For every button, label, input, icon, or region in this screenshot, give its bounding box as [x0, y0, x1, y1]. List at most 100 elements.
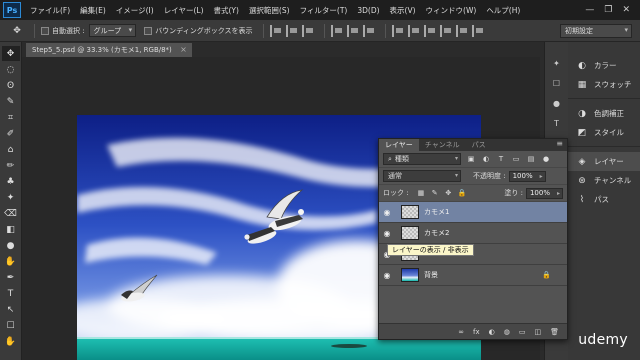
distribute-left-icon[interactable]: [439, 24, 452, 37]
menu-image[interactable]: イメージ(I): [111, 5, 159, 16]
distribute-right-icon[interactable]: [471, 24, 484, 37]
quick-select-tool[interactable]: ✎: [2, 94, 20, 109]
distribute-center-icon[interactable]: [455, 24, 468, 37]
minimize-icon[interactable]: —: [585, 5, 594, 15]
properties-panel-icon[interactable]: ☐: [549, 76, 565, 90]
lock-pixels-icon[interactable]: ✎: [430, 188, 439, 198]
healing-tool[interactable]: ⌂: [2, 142, 20, 157]
eye-icon[interactable]: ◉: [379, 229, 395, 238]
distribute-middle-icon[interactable]: [407, 24, 420, 37]
lock-position-icon[interactable]: ✥: [444, 188, 453, 198]
layer-row[interactable]: ◉ カモメ1: [379, 202, 567, 223]
tab-channels[interactable]: チャンネル: [419, 139, 466, 151]
menu-select[interactable]: 選択範囲(S): [244, 5, 295, 16]
history-brush-tool[interactable]: ✦: [2, 190, 20, 205]
align-top-icon[interactable]: [330, 24, 343, 37]
brush-tool[interactable]: ✏: [2, 158, 20, 173]
align-center-icon[interactable]: [285, 24, 298, 37]
dock-paths[interactable]: ⌇ パス: [568, 190, 640, 209]
marquee-tool[interactable]: ◌: [2, 62, 20, 77]
channels-icon: ⊛: [578, 175, 586, 186]
options-bar: ✥ 自動選択 : グループ バウンディングボックスを表示 初期設定: [0, 20, 640, 42]
close-document-icon[interactable]: ×: [180, 45, 187, 54]
new-layer-icon[interactable]: ◫: [534, 328, 541, 336]
close-icon[interactable]: ✕: [622, 5, 630, 15]
menu-layer[interactable]: レイヤー(L): [159, 5, 209, 16]
align-left-icon[interactable]: [269, 24, 282, 37]
layer-row[interactable]: ◉ カモメ2: [379, 223, 567, 244]
menu-3d[interactable]: 3D(D): [352, 6, 384, 15]
dock-layers[interactable]: ◈ レイヤー: [568, 152, 640, 171]
trash-icon[interactable]: 🗑: [550, 328, 559, 336]
dock-swatches[interactable]: ▦ スウォッチ: [568, 75, 640, 94]
align-right-icon[interactable]: [301, 24, 314, 37]
move-tool[interactable]: ✥: [1, 46, 20, 61]
fx-icon[interactable]: fx: [473, 328, 480, 336]
filter-kind-dropdown[interactable]: ⌕ 種類: [383, 153, 461, 165]
shape-tool[interactable]: ☐: [2, 318, 20, 333]
menu-edit[interactable]: 編集(E): [75, 5, 111, 16]
layers-icon: ◈: [578, 156, 586, 167]
fill-input[interactable]: 100%: [525, 187, 563, 199]
restore-icon[interactable]: ❐: [604, 5, 612, 15]
dock-channels[interactable]: ⊛ チャンネル: [568, 171, 640, 190]
path-select-tool[interactable]: ↖: [2, 302, 20, 317]
dock-styles[interactable]: ◩ スタイル: [568, 123, 640, 142]
workspace-dropdown[interactable]: 初期設定: [560, 24, 632, 38]
bounding-box-checkbox[interactable]: [144, 26, 153, 35]
eye-icon[interactable]: ◉: [379, 271, 395, 280]
filter-toggle-icon[interactable]: ●: [541, 154, 551, 164]
blur-tool[interactable]: ●: [2, 238, 20, 253]
opacity-input[interactable]: 100%: [508, 170, 546, 182]
align-bottom-icon[interactable]: [362, 24, 375, 37]
filter-smart-object-icon[interactable]: ▤: [526, 154, 536, 164]
menu-help[interactable]: ヘルプ(H): [481, 5, 525, 16]
lock-transparent-icon[interactable]: ▦: [417, 188, 426, 198]
distribute-bottom-icon[interactable]: [423, 24, 436, 37]
menu-view[interactable]: 表示(V): [385, 5, 421, 16]
clone-stamp-tool[interactable]: ♣: [2, 174, 20, 189]
pen-tool[interactable]: ✒: [2, 270, 20, 285]
document-tab[interactable]: Step5_5.psd @ 33.3% (カモメ1, RGB/8*) ×: [26, 43, 192, 57]
layers-panel-tabs: レイヤー チャンネル パス ≡: [379, 139, 567, 151]
filter-pixel-icon[interactable]: ▣: [466, 154, 476, 164]
align-middle-icon[interactable]: [346, 24, 359, 37]
layer-row[interactable]: ◉ 背景 🔒: [379, 265, 567, 286]
link-layers-icon[interactable]: ∞: [458, 328, 464, 336]
filter-type-icon[interactable]: T: [496, 154, 506, 164]
history-panel-icon[interactable]: ✦: [549, 56, 565, 70]
styles-icon: ◩: [577, 127, 587, 138]
eraser-tool[interactable]: ⌫: [2, 206, 20, 221]
gradient-tool[interactable]: ◧: [2, 222, 20, 237]
adjustment-layer-icon[interactable]: ◍: [504, 328, 510, 336]
auto-select-dropdown[interactable]: グループ: [88, 24, 137, 37]
dodge-tool[interactable]: ✋: [2, 254, 20, 269]
crop-tool[interactable]: ⌗: [2, 110, 20, 125]
tab-paths[interactable]: パス: [466, 139, 492, 151]
hand-tool[interactable]: ✋: [2, 334, 20, 349]
filter-shape-icon[interactable]: ▭: [511, 154, 521, 164]
auto-select-checkbox[interactable]: [41, 26, 49, 35]
lock-all-icon[interactable]: 🔒: [458, 188, 467, 198]
menu-type[interactable]: 書式(Y): [209, 5, 244, 16]
new-group-icon[interactable]: ▭: [519, 328, 526, 336]
lasso-tool[interactable]: ʘ: [2, 78, 20, 93]
add-mask-icon[interactable]: ◐: [489, 328, 495, 336]
filter-adjustment-icon[interactable]: ◐: [481, 154, 491, 164]
info-panel-icon[interactable]: ●: [549, 96, 565, 110]
move-tool-preset[interactable]: ✥: [6, 23, 28, 39]
eye-icon[interactable]: ◉: [379, 208, 395, 217]
menu-filter[interactable]: フィルター(T): [295, 5, 353, 16]
type-tool[interactable]: T: [2, 286, 20, 301]
eyedropper-tool[interactable]: ✐: [2, 126, 20, 141]
menu-window[interactable]: ウィンドウ(W): [421, 5, 482, 16]
distribute-top-icon[interactable]: [391, 24, 404, 37]
panel-menu-icon[interactable]: ≡: [556, 139, 563, 148]
menu-file[interactable]: ファイル(F): [25, 5, 75, 16]
character-panel-icon[interactable]: T: [549, 116, 565, 130]
blend-mode-dropdown[interactable]: 通常: [383, 170, 461, 182]
dock-color[interactable]: ◐ カラー: [568, 56, 640, 75]
tab-layers[interactable]: レイヤー: [379, 139, 419, 151]
dock-adjustments[interactable]: ◑ 色調補正: [568, 104, 640, 123]
layer-filter-row: ⌕ 種類 ▣ ◐ T ▭ ▤ ●: [379, 151, 567, 168]
